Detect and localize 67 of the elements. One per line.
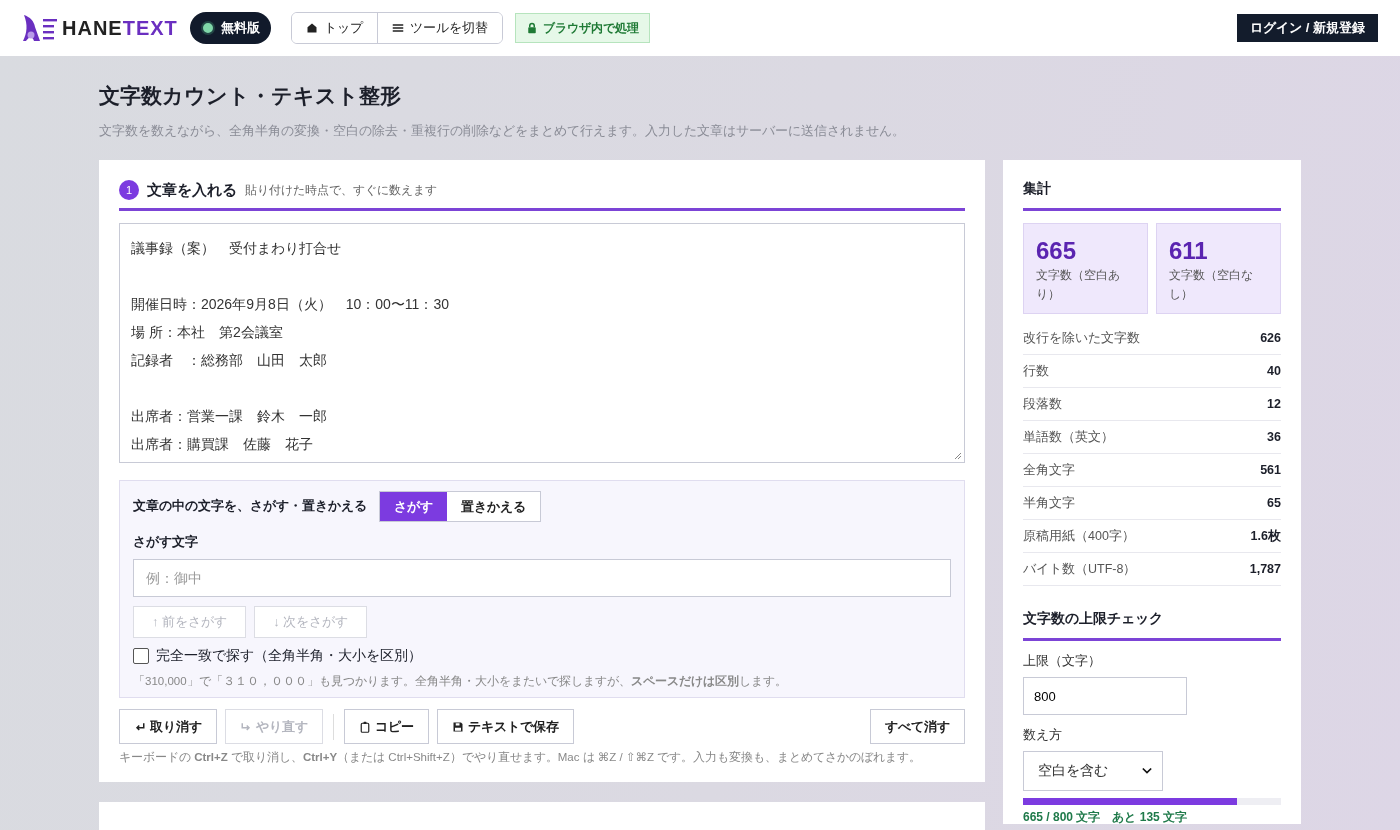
nav-button[interactable]: トップ bbox=[291, 13, 378, 43]
resize-grip-icon[interactable] bbox=[954, 452, 962, 460]
text-input[interactable]: 議事録（案） 受付まわり打合せ 開催日時：2026年9月8日（火） 10：00〜11：30 場 所：本社 第2会議室 記録者 ：総務部 山田 太郎 出席者：営業一課 鈴木 一郎 出席者：購買課 佐藤 花子 bbox=[119, 223, 965, 463]
stat-name: 単語数（英文） bbox=[1023, 428, 1114, 446]
stat-name: 行数 bbox=[1023, 362, 1049, 380]
checkbox-label: 完全一致で探す（全角半角・大小を区別） bbox=[156, 647, 422, 665]
field-label: 数え方 bbox=[1023, 727, 1063, 745]
summary-title: 集計 bbox=[1023, 180, 1281, 211]
action-button[interactable]: テキストで保存 bbox=[437, 709, 574, 744]
text-line: 出席者：営業一課 鈴木 一郎 bbox=[131, 407, 328, 426]
limit-status: 665 / 800 文字 あと 135 文字 bbox=[1023, 810, 1189, 825]
privacy-label: ブラウザ内で処理 bbox=[542, 19, 639, 37]
logo-icon bbox=[22, 13, 58, 43]
stat-number: 561 bbox=[1260, 463, 1281, 478]
text-line: 場 所：本社 第2会議室 bbox=[131, 323, 284, 342]
text-line: 出席者：購買課 佐藤 花子 bbox=[131, 435, 314, 454]
plan-label: 無料版 bbox=[220, 19, 260, 37]
mode-tab[interactable]: 置きかえる bbox=[447, 492, 540, 521]
page-description: 文字数を数えながら、全角半角の変換・空白の除去・重複行の削除などをまとめて行えます。入力した文章はサーバーに送信されません。 bbox=[99, 122, 906, 140]
method-dropdown[interactable]: 空白を含む bbox=[1023, 751, 1163, 792]
stat-number: 1,787 bbox=[1249, 562, 1281, 577]
stat-name: 半角文字 bbox=[1023, 494, 1075, 512]
stat-value: 611 bbox=[1169, 238, 1209, 265]
action-button[interactable]: コピー bbox=[344, 709, 429, 744]
text-line: 議事録（案） 受付まわり打合せ bbox=[131, 239, 342, 258]
section-title: 文章を入れる bbox=[147, 180, 237, 200]
undo-icon bbox=[134, 720, 146, 733]
stat-number: 40 bbox=[1267, 364, 1281, 379]
stat-value: 665 bbox=[1036, 238, 1078, 265]
stat-name: 原稿用紙（400字） bbox=[1023, 527, 1135, 545]
limit-title: 文字数の上限チェック bbox=[1023, 610, 1281, 642]
stat-number: 12 bbox=[1267, 397, 1281, 412]
field-label: 上限（文字） bbox=[1023, 653, 1102, 671]
step-number: 1 bbox=[119, 180, 139, 200]
chevron-down-icon bbox=[1142, 767, 1152, 776]
menu-icon bbox=[391, 22, 404, 34]
text-line: 記録者 ：総務部 山田 太郎 bbox=[131, 351, 328, 370]
action-button[interactable]: すべて消す bbox=[870, 709, 965, 744]
stat-label: 文字数（空白あり） bbox=[1036, 268, 1121, 302]
section-subtitle: 貼り付けた時点で、すぐに数えます bbox=[245, 181, 437, 199]
stat-label: 文字数（空白なし） bbox=[1169, 268, 1254, 302]
stat-name: 改行を除いた文字数 bbox=[1023, 329, 1140, 347]
clipboard-icon bbox=[359, 720, 371, 733]
redo-icon bbox=[240, 720, 252, 733]
limit-field[interactable]: 800 bbox=[1023, 677, 1187, 716]
stat-name: 段落数 bbox=[1023, 395, 1062, 413]
action-button[interactable]: 取り消す bbox=[119, 709, 217, 744]
checkbox[interactable] bbox=[133, 648, 149, 664]
lock-icon bbox=[525, 22, 538, 34]
stat-number: 65 bbox=[1267, 496, 1281, 511]
keyboard-hint: キーボードの Ctrl+Z で取り消し、Ctrl+Y（または Ctrl+Shift+Z）でやり直せます。Mac は ⌘Z / ⇧⌘Z です。入力も変換も、まとめてさかのぼれます。 bbox=[119, 750, 923, 765]
home-icon bbox=[305, 22, 318, 34]
hint-text: 「310,000」で「３１０，０００」も見つかります。全角半角・大小をまたいで探しますが、スペースだけは区別します。 bbox=[133, 674, 788, 689]
logo-wordmark[interactable]: HANETEXT bbox=[62, 16, 178, 40]
search-field[interactable]: 例：御中 bbox=[133, 559, 951, 597]
page-title: 文字数カウント・テキスト整形 bbox=[99, 83, 402, 109]
stat-name: 全角文字 bbox=[1023, 461, 1075, 479]
mode-tab[interactable]: さがす bbox=[380, 492, 447, 521]
field-label: さがす文字 bbox=[133, 534, 199, 551]
find-label: 文章の中の文字を、さがす・置きかえる bbox=[133, 498, 367, 515]
stat-name: バイト数（UTF-8） bbox=[1023, 560, 1137, 578]
login-button[interactable]: ログイン / 新規登録 bbox=[1237, 14, 1378, 42]
stat-number: 36 bbox=[1267, 430, 1281, 445]
stat-number: 1.6枚 bbox=[1250, 527, 1281, 545]
stat-number: 626 bbox=[1260, 331, 1281, 346]
status-dot bbox=[200, 21, 215, 35]
text-line: 開催日時：2026年9月8日（火） 10：00〜11：30 bbox=[131, 295, 450, 314]
